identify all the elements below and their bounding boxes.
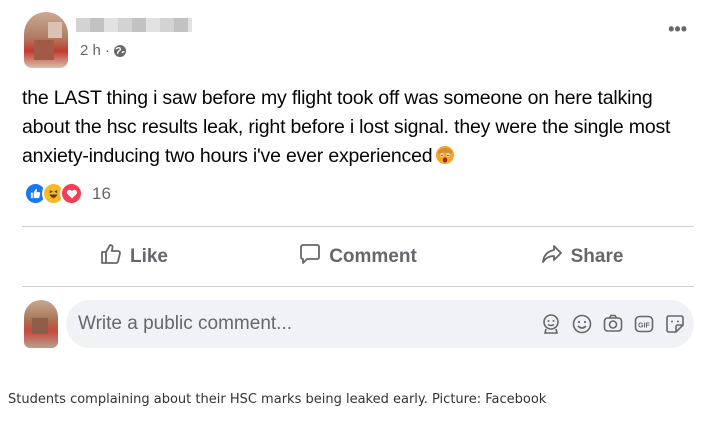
post-body: the LAST thing i saw before my flight to…: [22, 87, 671, 167]
share-button[interactable]: Share: [470, 228, 694, 286]
post-meta: 2 h ·: [80, 42, 127, 59]
avatar-sticker-icon[interactable]: [540, 313, 562, 335]
reaction-summary[interactable]: 16: [24, 182, 111, 205]
thumbs-up-icon: [100, 243, 122, 271]
image-caption: Students complaining about their HSC mar…: [8, 392, 547, 407]
viewer-avatar[interactable]: [24, 300, 58, 348]
comment-input[interactable]: [66, 300, 536, 348]
like-button[interactable]: Like: [22, 228, 246, 286]
comment-tools: GIF: [540, 313, 686, 335]
author-name-redacted[interactable]: [76, 18, 192, 32]
share-label: Share: [570, 246, 624, 267]
comment-button[interactable]: Comment: [246, 228, 470, 286]
emoji-icon[interactable]: [571, 313, 593, 335]
like-label: Like: [129, 246, 169, 267]
love-reaction-icon: [60, 182, 83, 205]
camera-icon[interactable]: [602, 313, 624, 335]
post-text: the LAST thing i saw before my flight to…: [22, 84, 694, 174]
divider: [22, 226, 694, 227]
globe-icon: [113, 44, 127, 58]
comment-label: Comment: [329, 246, 417, 267]
svg-text:GIF: GIF: [638, 323, 650, 330]
comment-composer: GIF: [66, 300, 694, 348]
sticker-icon[interactable]: [664, 313, 686, 335]
fearful-face-emoji-icon: [435, 145, 455, 174]
divider: [22, 286, 694, 287]
action-bar: Like Comment Share: [22, 228, 694, 286]
share-arrow-icon: [541, 243, 563, 271]
facebook-post: 2 h · ••• the LAST thing i saw before my…: [10, 0, 695, 370]
post-timestamp[interactable]: 2 h ·: [80, 42, 110, 59]
gif-icon[interactable]: GIF: [633, 313, 655, 335]
speech-bubble-icon: [299, 243, 321, 271]
author-avatar[interactable]: [24, 12, 68, 68]
more-options-button[interactable]: •••: [668, 20, 687, 38]
reaction-count[interactable]: 16: [92, 184, 111, 204]
